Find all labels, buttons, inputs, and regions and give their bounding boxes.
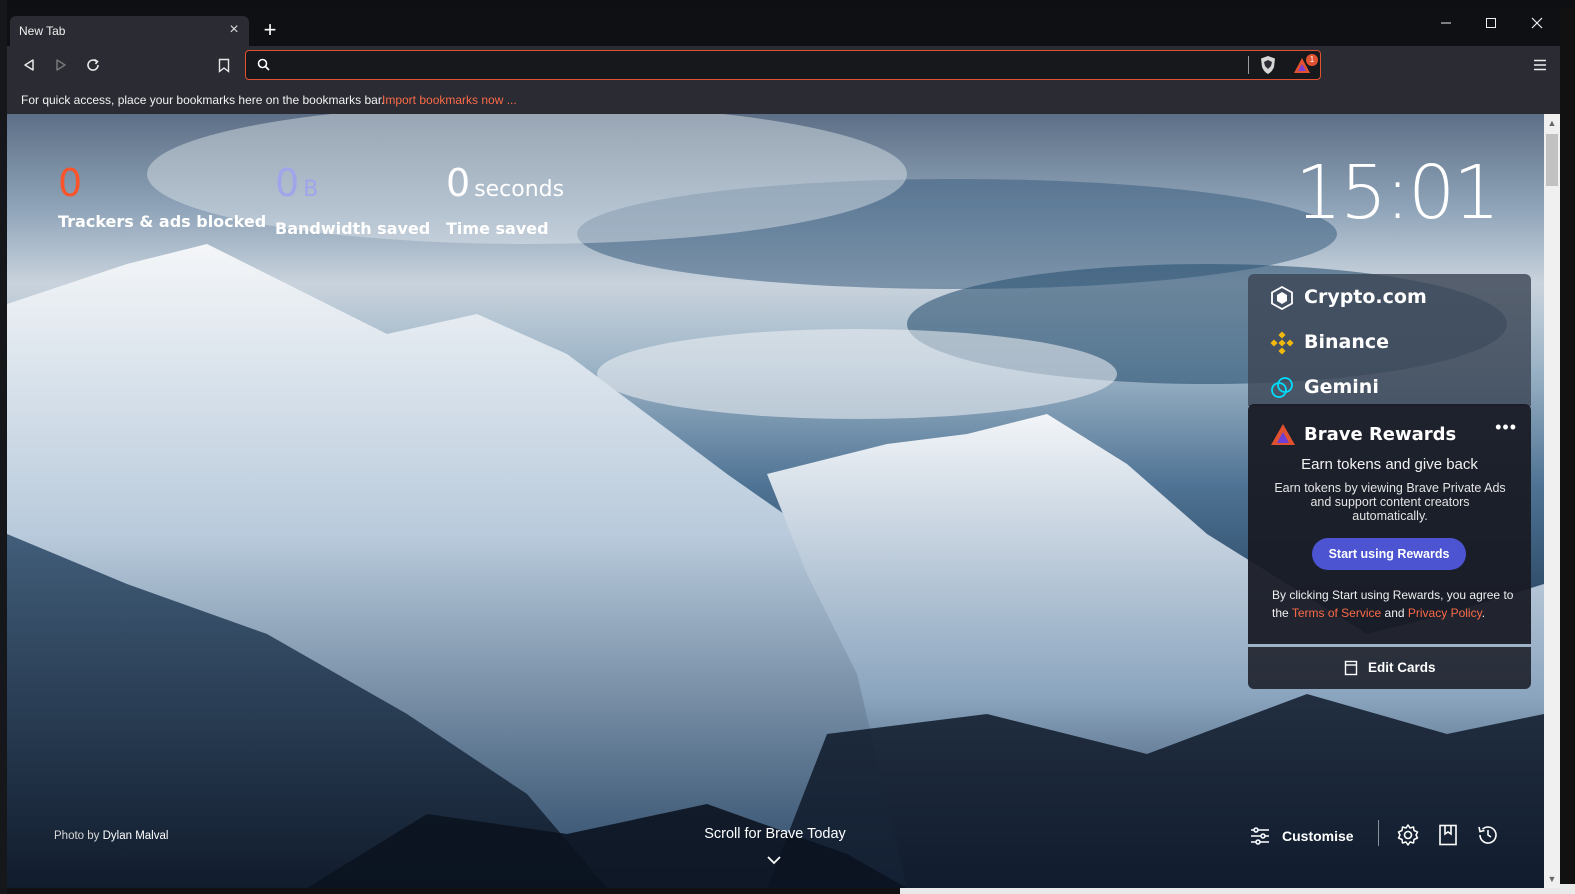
back-arrow-icon [24,59,34,71]
privacy-policy-link[interactable]: Privacy Policy [1408,606,1482,620]
edit-cards-label: Edit Cards [1368,660,1436,675]
scroll-down-arrow-icon[interactable]: ▼ [1544,872,1560,886]
rewards-badge: 1 [1306,54,1318,66]
brave-rewards-title: Brave Rewards [1304,424,1457,445]
bookmarks-bar: For quick access, place your bookmarks h… [7,84,1560,114]
stat-time-label: Time saved [446,219,549,238]
tab-title: New Tab [19,24,66,38]
photo-credit-author[interactable]: Dylan Malval [103,830,169,842]
bookmark-button[interactable] [212,53,236,77]
brave-rewards-logo-icon [1271,424,1295,445]
tab-new-tab[interactable]: New Tab × [10,16,249,46]
hamburger-menu-icon [1534,59,1546,71]
stat-time-saved: 0 seconds Time saved [446,160,564,238]
scrollbar-thumb[interactable] [1546,134,1558,186]
toolbar: 1 [7,46,1560,84]
forward-arrow-icon [56,59,66,71]
brave-rewards-card: Brave Rewards ••• Earn tokens and give b… [1248,404,1531,644]
scroll-for-brave-today[interactable]: Scroll for Brave Today [687,826,863,842]
address-input[interactable] [280,55,1240,75]
terms-and: and [1384,606,1405,620]
stat-bandwidth-value: 0B [275,161,319,205]
import-bookmarks-link[interactable]: Import bookmarks now ... [382,93,517,107]
new-tab-button[interactable]: + [259,19,281,42]
omnibox-divider [1248,56,1249,74]
desktop-background-top [0,0,1575,8]
photo-credit-prefix: Photo by [54,830,100,842]
search-icon [257,58,270,71]
more-options-icon[interactable]: ••• [1495,417,1517,438]
stat-trackers-blocked: 0 Trackers & ads blocked [58,160,266,231]
close-window-button[interactable] [1521,13,1553,35]
minimize-icon [1441,22,1451,24]
reload-button[interactable] [81,53,105,77]
maximize-icon [1486,18,1496,28]
customise-label: Customise [1282,828,1354,844]
terms-period: . [1481,606,1486,620]
page-scrollbar[interactable]: ▲ ▼ [1544,114,1560,888]
photo-credit: Photo by Dylan Malval [54,830,168,842]
tab-close-icon[interactable]: × [225,21,243,39]
stat-bandwidth-saved: 0B Bandwidth saved [275,160,430,238]
stat-time-value: 0 seconds [446,161,565,205]
crypto-com-logo-icon [1271,286,1293,310]
scroll-up-arrow-icon[interactable]: ▲ [1544,116,1560,130]
binance-logo-icon [1270,331,1294,355]
desktop-background-left [0,0,7,894]
stat-trackers-label: Trackers & ads blocked [58,212,267,231]
customise-button[interactable]: Customise [1250,824,1354,848]
edit-cards-icon [1344,660,1358,676]
terms-of-service-link[interactable]: Terms of Service [1292,606,1381,620]
bottom-divider [1378,820,1379,846]
settings-gear-icon[interactable] [1396,823,1420,847]
gemini-label: Gemini [1304,376,1379,398]
new-tab-page: 0 Trackers & ads blocked 0B Bandwidth sa… [7,114,1544,888]
close-icon [1531,17,1543,29]
rewards-description: Earn tokens by viewing Brave Private Ads… [1274,481,1506,523]
chevron-down-icon[interactable] [766,854,782,866]
tab-strip: New Tab × + [7,8,1560,46]
address-bar[interactable]: 1 [245,50,1321,80]
gemini-logo-icon [1271,377,1293,398]
rewards-terms-notice: By clicking Start using Rewards, you agr… [1272,586,1522,622]
brave-rewards-button[interactable]: 1 [1292,54,1320,76]
clock: 15:01 [1295,150,1500,236]
maximize-button[interactable] [1475,13,1507,35]
crypto-com-card[interactable]: Crypto.com [1248,274,1531,319]
binance-label: Binance [1304,331,1390,353]
gemini-card[interactable]: Gemini [1248,364,1531,406]
start-using-rewards-button[interactable]: Start using Rewards [1312,538,1466,570]
stat-bandwidth-label: Bandwidth saved [275,219,431,238]
history-icon[interactable] [1476,823,1500,847]
back-button[interactable] [17,53,41,77]
binance-card[interactable]: Binance [1248,319,1531,364]
stat-trackers-value: 0 [58,161,83,205]
brave-shields-icon[interactable] [1259,55,1277,75]
crypto-com-label: Crypto.com [1304,286,1427,308]
sliders-icon [1251,827,1269,845]
browser-window: New Tab × + 1 For quick access, place yo… [7,8,1560,888]
edit-cards-button[interactable]: Edit Cards [1248,647,1531,689]
reload-icon [87,58,99,71]
bookmark-icon [218,58,230,73]
bookmarks-bar-hint: For quick access, place your bookmarks h… [21,93,385,107]
bookmarks-icon[interactable] [1436,823,1460,847]
rewards-heading: Earn tokens and give back [1301,456,1478,473]
main-menu-button[interactable] [1530,55,1550,75]
minimize-button[interactable] [1430,13,1462,35]
forward-button[interactable] [49,53,73,77]
